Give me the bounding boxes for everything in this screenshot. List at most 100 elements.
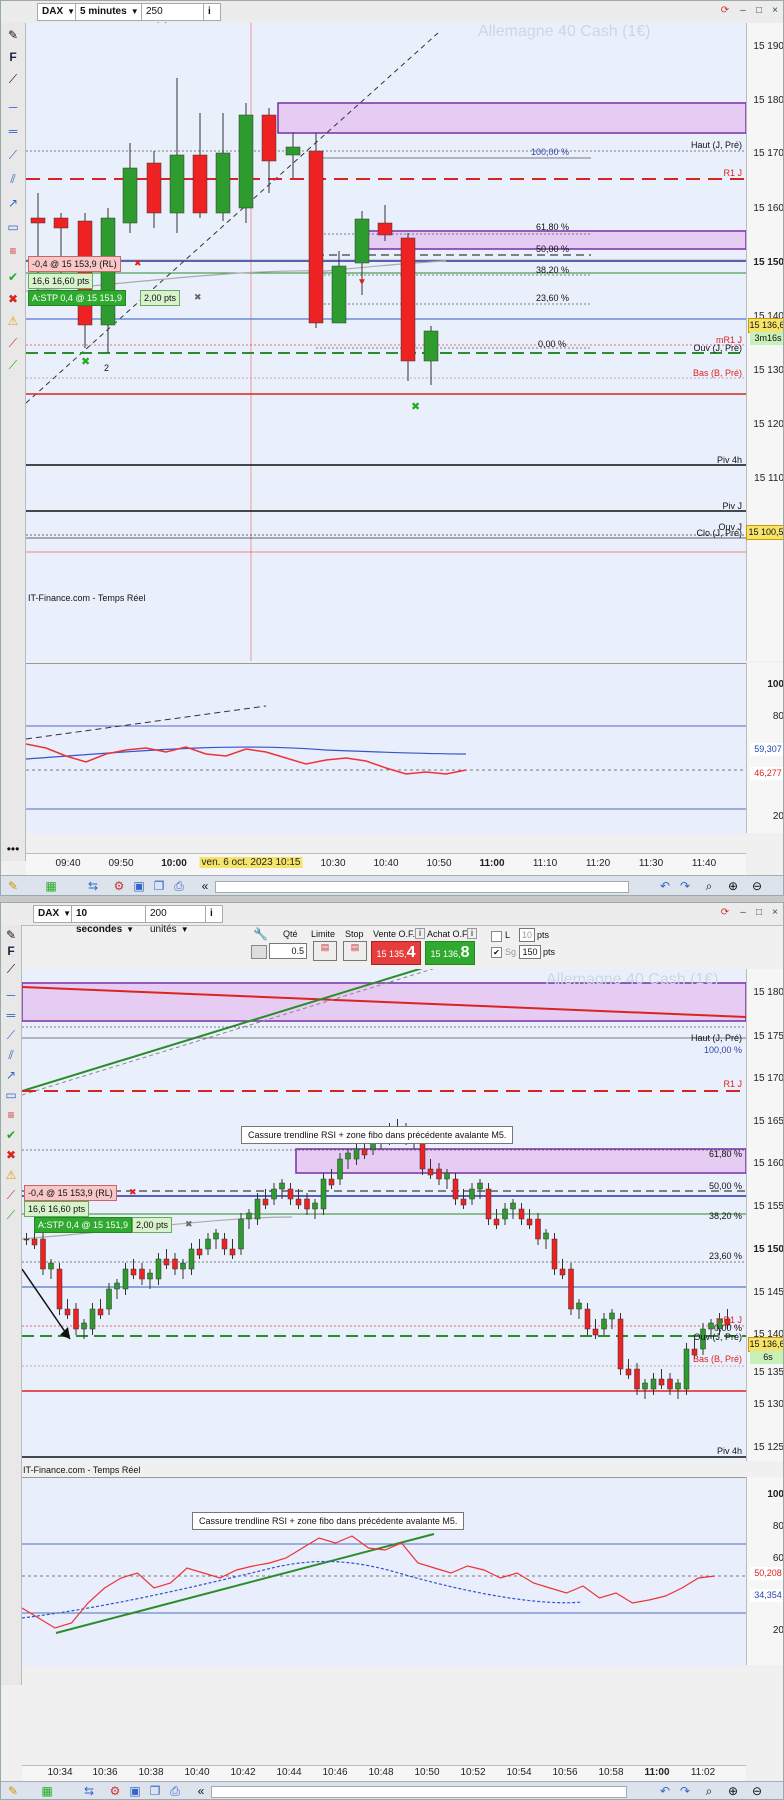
redo-icon[interactable]: ↷ — [677, 878, 693, 894]
hline-tool-icon[interactable]: ═ — [5, 123, 21, 139]
units-select[interactable]: 250 unités▼ — [141, 3, 207, 33]
hline-tool-icon[interactable]: ═ — [3, 1007, 19, 1023]
delete-icon[interactable]: ✖ — [3, 1147, 19, 1163]
qty-input[interactable]: 0.5 — [269, 943, 307, 959]
rsi-axis[interactable]: 100 80 60 50,208 34,354 20 — [746, 1477, 783, 1665]
timeframe-select[interactable]: 5 minutes ▼ — [75, 3, 145, 21]
print-icon[interactable]: ⎙ — [167, 1783, 183, 1799]
print-icon[interactable]: ⎙ — [171, 878, 187, 894]
instrument-select[interactable]: DAX ▼ — [37, 3, 77, 21]
time-axis[interactable]: 10:34 10:36 10:38 10:40 10:42 10:44 10:4… — [22, 1765, 746, 1782]
check-icon[interactable]: ✔ — [3, 1127, 19, 1143]
cancel-sell-order[interactable]: ✖ — [131, 256, 145, 270]
stop-order-tag[interactable]: A:STP 0,4 @ 15 151,9 — [28, 290, 127, 306]
annotation-note[interactable]: Cassure trendline RSI + zone fibo dans p… — [241, 1126, 514, 1144]
limit-button[interactable]: ▤ — [313, 941, 337, 961]
ticket-toggle-icon[interactable] — [251, 945, 267, 959]
line-tool-icon[interactable]: ─ — [5, 99, 21, 115]
minimize-icon[interactable]: – — [737, 5, 749, 17]
redo-icon[interactable]: ↷ — [677, 1783, 693, 1799]
price-chart[interactable]: ▼ ✖ ✖ Allemagne 40 Cash (1€) Haut (J, Pr… — [26, 23, 746, 661]
sg-input[interactable]: 150 — [519, 945, 541, 959]
channel-tool-icon[interactable]: ⫽ — [3, 1047, 19, 1063]
info-button[interactable]: i — [205, 905, 223, 923]
zoom-fit-icon[interactable]: ⌕ — [701, 1783, 717, 1799]
check-icon[interactable]: ✔ — [5, 269, 21, 285]
cancel-sell-order[interactable]: ✖ — [126, 1185, 140, 1199]
undo-icon[interactable]: ↶ — [657, 1783, 673, 1799]
warning-icon[interactable]: ⚠ — [5, 313, 21, 329]
link-icon[interactable]: ⟋ — [3, 1207, 19, 1223]
maximize-icon[interactable]: □ — [753, 5, 765, 17]
trend-tool-icon[interactable]: ⟋ — [3, 1027, 19, 1043]
line-tool-icon[interactable]: ─ — [3, 987, 19, 1003]
undo-icon[interactable]: ↶ — [657, 878, 673, 894]
rsi-panel[interactable]: Cassure trendline RSI + zone fibo dans p… — [22, 1477, 746, 1666]
close-icon[interactable]: × — [769, 5, 781, 17]
cancel-stop-order[interactable]: ✖ — [191, 290, 205, 304]
ray-tool-icon[interactable]: ↗ — [5, 195, 21, 211]
draw-tool-icon[interactable]: ✎ — [5, 1783, 21, 1799]
info-button[interactable]: i — [203, 3, 221, 21]
node-icon[interactable]: ⟋ — [3, 961, 19, 977]
delete-icon[interactable]: ✖ — [5, 291, 21, 307]
rect-tool-icon[interactable]: ▭ — [3, 1087, 19, 1103]
cancel-stop-order[interactable]: ✖ — [182, 1217, 196, 1231]
instrument-select[interactable]: DAX ▼ — [33, 905, 73, 923]
link-icon[interactable]: ⟋ — [5, 357, 21, 373]
wrench-icon[interactable]: 🔧 — [253, 927, 268, 941]
units-select[interactable]: 200 unités ▼ — [145, 905, 209, 935]
maximize-icon[interactable]: □ — [753, 907, 765, 919]
sell-order-tag[interactable]: -0,4 @ 15 153,9 (RL) — [24, 1185, 117, 1201]
warning-icon[interactable]: ⚠ — [3, 1167, 19, 1183]
indicators-icon[interactable]: ⚙ — [107, 1783, 123, 1799]
zoom-fit-icon[interactable]: ⌕ — [701, 878, 717, 894]
l-input[interactable]: 10 — [519, 928, 535, 942]
fibo-tool-icon[interactable]: ≡ — [3, 1107, 19, 1123]
sell-info-icon[interactable]: i — [415, 928, 425, 939]
time-axis[interactable]: 09:40 09:50 10:00 ven. 6 oct. 2023 10:15… — [26, 853, 746, 876]
measure-icon[interactable]: ⟋ — [3, 1187, 19, 1203]
font-icon[interactable]: F — [3, 943, 19, 959]
close-icon[interactable]: × — [769, 907, 781, 919]
horizontal-scrollbar[interactable] — [211, 1786, 627, 1798]
windows-icon[interactable]: ❐ — [147, 1783, 163, 1799]
timeframe-select[interactable]: 10 secondes ▼ — [71, 905, 147, 935]
zoom-out-icon[interactable]: ⊖ — [749, 1783, 765, 1799]
zoom-out-icon[interactable]: ⊖ — [749, 878, 765, 894]
sell-button[interactable]: 15 135,4 — [371, 941, 421, 965]
price-axis[interactable]: 15 180 15 175 15 170 15 165 15 160 15 15… — [746, 969, 783, 1461]
measure-icon[interactable]: ⟋ — [5, 335, 21, 351]
ray-tool-icon[interactable]: ↗ — [3, 1067, 19, 1083]
annotation-note-rsi[interactable]: Cassure trendline RSI + zone fibo dans p… — [192, 1512, 465, 1530]
sell-order-tag[interactable]: -0,4 @ 15 153,9 (RL) — [28, 256, 121, 272]
node-icon[interactable]: ⟋ — [5, 71, 21, 87]
channel-tool-icon[interactable]: ⫽ — [5, 171, 21, 187]
layout-icon[interactable]: ▣ — [127, 1783, 143, 1799]
l-checkbox[interactable] — [491, 931, 502, 942]
sync-icon[interactable]: ⟳ — [719, 907, 731, 919]
rsi-axis[interactable]: 100 80 59,307 46,277 20 — [746, 663, 783, 833]
scroll-left-icon[interactable]: « — [193, 1783, 209, 1799]
stop-button[interactable]: ▤ — [343, 941, 367, 961]
chart-type-icon[interactable]: ▦ — [39, 1783, 55, 1799]
zoom-in-icon[interactable]: ⊕ — [725, 878, 741, 894]
horizontal-scrollbar[interactable] — [215, 881, 629, 893]
trend-tool-icon[interactable]: ⟋ — [5, 147, 21, 163]
draw-tool-icon[interactable]: ✎ — [5, 878, 21, 894]
pencil-icon[interactable]: ✎ — [3, 927, 19, 943]
rect-tool-icon[interactable]: ▭ — [5, 219, 21, 235]
windows-icon[interactable]: ❐ — [151, 878, 167, 894]
buy-button[interactable]: 15 136,8 — [425, 941, 475, 965]
sync-icon[interactable]: ⟳ — [719, 5, 731, 17]
price-axis[interactable]: 15 190 15 180 15 170 15 160 15 150 15 14… — [746, 23, 783, 661]
share-icon[interactable]: ⇆ — [81, 1783, 97, 1799]
minimize-icon[interactable]: – — [737, 907, 749, 919]
chart-type-icon[interactable]: ▦ — [43, 878, 59, 894]
share-icon[interactable]: ⇆ — [85, 878, 101, 894]
scroll-left-icon[interactable]: « — [197, 878, 213, 894]
sg-checkbox[interactable]: ✔ — [491, 947, 502, 958]
fibo-tool-icon[interactable]: ≡ — [5, 243, 21, 259]
indicators-icon[interactable]: ⚙ — [111, 878, 127, 894]
font-icon[interactable]: F — [5, 49, 21, 65]
